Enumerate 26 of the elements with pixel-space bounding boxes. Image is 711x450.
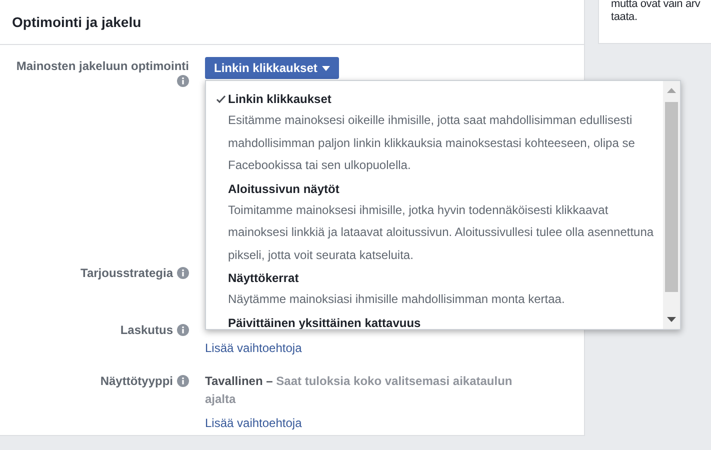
option-description: Toimitamme mainoksesi ihmisille, jotka hyvin todennäköisesti klikkaavat mainoksesi linkkiä ja lataavat aloitussivun. Aloitussivullesi tulee olla asennettuna pikseli, jotta voit seurata katseluita. bbox=[227, 202, 655, 264]
field-label: Tarjousstrategia bbox=[80, 265, 173, 282]
display-type-value: Tavallinen – Saat tuloksia koko valitsemasi aikataulun ajalta bbox=[205, 373, 514, 408]
option-description: Esitämme mainoksesi oikeille ihmisille, jotta saat mahdollisimman edullisesti mahdollisimman paljon linkin klikkauksia mainoksestasi kohteeseen, olipa se Facebookissa tai sen ulkopuolella. bbox=[227, 112, 636, 174]
info-icon[interactable] bbox=[177, 324, 189, 336]
optimization-dropdown[interactable]: Linkin klikkaukset bbox=[205, 57, 340, 79]
field-label: Laskutus bbox=[120, 322, 173, 339]
option-description: Näytämme mainoksiasi ihmisille mahdollisimman monta kertaa. bbox=[227, 291, 566, 308]
info-icon[interactable] bbox=[177, 375, 189, 387]
menu-option[interactable]: Päivittäinen yksittäinen kattavuus bbox=[228, 316, 421, 329]
field-label: Näyttötyyppi bbox=[100, 373, 173, 390]
scroll-up-icon[interactable] bbox=[667, 87, 676, 94]
menu-option[interactable]: Näyttökerrat bbox=[228, 271, 299, 285]
side-note-text: taata. bbox=[611, 10, 638, 25]
info-icon[interactable] bbox=[177, 75, 189, 87]
info-icon[interactable] bbox=[177, 267, 189, 279]
more-options-link[interactable]: Lisää vaihtoehtoja bbox=[205, 339, 302, 357]
menu-option[interactable]: Linkin klikkaukset bbox=[228, 92, 332, 106]
scrollbar[interactable] bbox=[663, 81, 680, 329]
more-options-link[interactable]: Lisää vaihtoehtoja bbox=[205, 414, 302, 432]
scroll-down-icon[interactable] bbox=[667, 316, 676, 323]
menu-option[interactable]: Aloitussivun näytöt bbox=[228, 182, 340, 196]
section-title: Optimointi ja jakelu bbox=[12, 14, 142, 30]
caret-icon bbox=[322, 66, 330, 70]
field-label: Mainosten jakeluun optimointi bbox=[16, 58, 189, 75]
side-note-text: mutta ovat vain arv bbox=[611, 0, 702, 12]
